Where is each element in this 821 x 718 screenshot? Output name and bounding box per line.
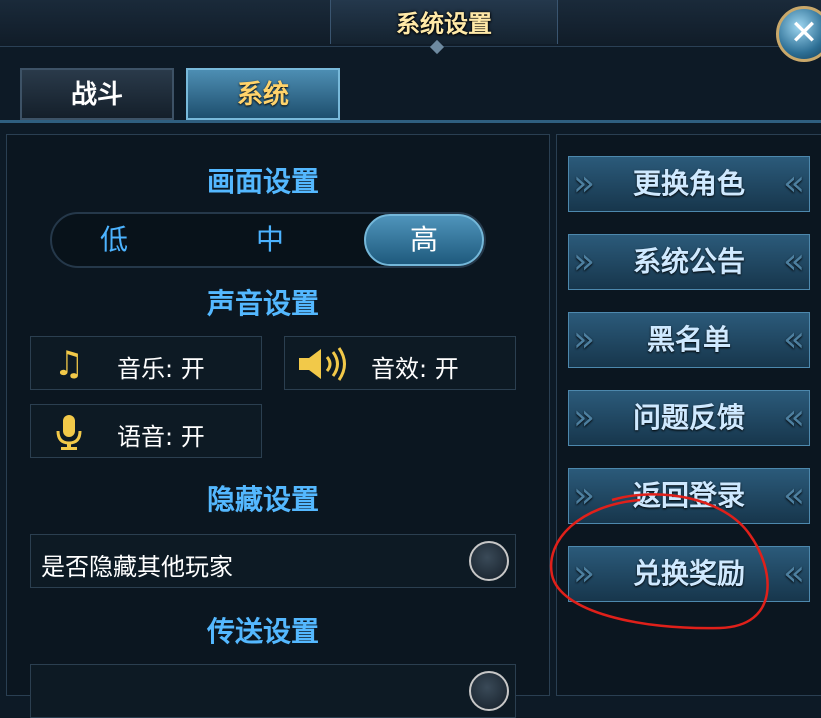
title-plate: 系统设置 <box>330 0 558 44</box>
system-notice-button[interactable]: » 系统公告 « <box>568 234 810 290</box>
tab-divider <box>0 120 821 123</box>
music-toggle[interactable]: ♫ 音乐: 开 <box>30 336 262 390</box>
quality-medium-option[interactable]: 中 <box>208 214 332 266</box>
sound-section-title: 声音设置 <box>206 287 319 320</box>
close-icon: ✕ <box>789 13 819 53</box>
return-login-button[interactable]: » 返回登录 « <box>568 468 810 524</box>
graphics-section-title: 画面设置 <box>206 165 319 198</box>
speaker-icon <box>295 345 351 383</box>
chevron-left-icon: « <box>782 163 805 204</box>
chevron-right-icon: » <box>573 319 596 360</box>
effects-toggle[interactable]: 音效: 开 <box>284 336 516 390</box>
teleport-section-title: 传送设置 <box>206 615 319 648</box>
hide-players-label: 是否隐藏其他玩家 <box>41 553 233 581</box>
hide-players-radio[interactable] <box>469 541 509 581</box>
chevron-right-icon: » <box>573 163 596 204</box>
blacklist-label: 黑名单 <box>646 323 731 356</box>
chevron-right-icon: » <box>573 553 596 594</box>
tab-system[interactable]: 系统 <box>186 68 340 120</box>
teleport-radio[interactable] <box>469 671 509 711</box>
chevron-left-icon: « <box>782 241 805 282</box>
chevron-left-icon: « <box>782 553 805 594</box>
return-login-label: 返回登录 <box>632 479 745 512</box>
quality-high-option[interactable]: 高 <box>364 214 484 266</box>
microphone-icon <box>49 413 89 451</box>
music-toggle-label: 音乐: 开 <box>117 355 205 383</box>
switch-character-button[interactable]: » 更换角色 « <box>568 156 810 212</box>
quality-low-option[interactable]: 低 <box>52 214 176 266</box>
hide-players-option[interactable]: 是否隐藏其他玩家 <box>30 534 516 588</box>
effects-toggle-label: 音效: 开 <box>371 355 459 383</box>
chevron-right-icon: » <box>573 475 596 516</box>
graphics-quality-selector[interactable]: 低 中 高 <box>50 212 486 268</box>
music-note-icon: ♫ <box>53 344 85 384</box>
feedback-button[interactable]: » 问题反馈 « <box>568 390 810 446</box>
feedback-label: 问题反馈 <box>632 401 745 434</box>
chevron-left-icon: « <box>782 319 805 360</box>
redeem-reward-button[interactable]: » 兑换奖励 « <box>568 546 810 602</box>
blacklist-button[interactable]: » 黑名单 « <box>568 312 810 368</box>
tab-battle[interactable]: 战斗 <box>20 68 174 120</box>
switch-character-label: 更换角色 <box>632 167 745 200</box>
chevron-right-icon: » <box>573 241 596 282</box>
chevron-left-icon: « <box>782 397 805 438</box>
teleport-option[interactable] <box>30 664 516 718</box>
hide-section-title: 隐藏设置 <box>206 483 319 516</box>
system-notice-label: 系统公告 <box>632 245 745 278</box>
redeem-reward-label: 兑换奖励 <box>632 557 745 590</box>
close-button[interactable]: ✕ <box>776 6 821 62</box>
voice-toggle[interactable]: 语音: 开 <box>30 404 262 458</box>
voice-toggle-label: 语音: 开 <box>117 423 205 451</box>
page-title: 系统设置 <box>396 10 492 38</box>
chevron-left-icon: « <box>782 475 805 516</box>
chevron-right-icon: » <box>573 397 596 438</box>
